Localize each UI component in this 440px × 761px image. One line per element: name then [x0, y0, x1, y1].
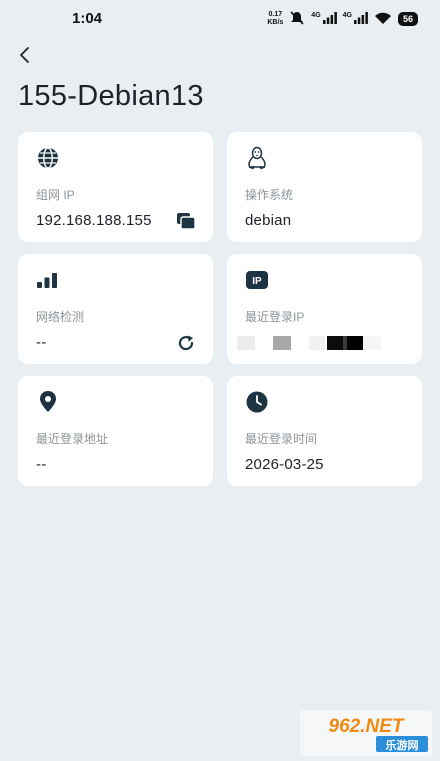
- wifi-icon: [374, 12, 392, 27]
- svg-text:乐游网: 乐游网: [386, 738, 419, 752]
- status-time: 1:04: [72, 10, 103, 27]
- watermark-logo: 962.NET 乐游网: [300, 710, 432, 756]
- card-last-login-time: 最近登录时间 2026-03-25: [227, 376, 422, 486]
- last-login-address-value: --: [36, 456, 47, 473]
- card-network-check: 网络检测 --: [18, 254, 213, 364]
- chevron-left-icon: [20, 47, 29, 63]
- page-title: 155-Debian13: [18, 80, 204, 112]
- linux-tux-icon: [245, 146, 269, 170]
- svg-text:962.NET: 962.NET: [329, 716, 405, 737]
- signal-icon-1: [322, 12, 337, 26]
- status-bar: 1:04 0.17 KB/s 4G 4G 56: [0, 0, 440, 38]
- card-label: 最近登录地址: [36, 432, 109, 446]
- signal-bars-icon: [36, 268, 60, 292]
- last-login-time-value: 2026-03-25: [245, 456, 324, 473]
- speed-unit: KB/s: [267, 19, 284, 26]
- copy-button[interactable]: [175, 210, 197, 232]
- back-button[interactable]: [12, 42, 38, 68]
- card-last-login-address: 最近登录地址 --: [18, 376, 213, 486]
- location-pin-icon: [36, 390, 60, 414]
- status-icons: 0.17 KB/s 4G 4G 56: [267, 10, 418, 28]
- network-check-value: --: [36, 334, 47, 351]
- clock-icon: [245, 390, 269, 414]
- card-label: 组网 IP: [36, 188, 75, 202]
- speed-value: 0.17: [268, 11, 283, 18]
- card-last-login-ip: IP 最近登录IP: [227, 254, 422, 364]
- os-value: debian: [245, 212, 292, 229]
- network-speed: 0.17 KB/s: [267, 11, 283, 27]
- card-label: 网络检测: [36, 310, 85, 324]
- copy-icon: [177, 213, 196, 230]
- mute-icon: [289, 11, 305, 27]
- signal-icon-2: [353, 12, 368, 26]
- card-label: 操作系统: [245, 188, 294, 202]
- battery-indicator: 56: [397, 12, 418, 26]
- refresh-button[interactable]: [175, 332, 197, 354]
- network-type-2: 4G: [342, 11, 352, 19]
- card-network-ip: 组网 IP 192.168.188.155: [18, 132, 213, 242]
- refresh-icon: [178, 335, 194, 351]
- globe-icon: [36, 146, 60, 170]
- info-grid: 组网 IP 192.168.188.155 操作系统 debian 网络检测 -…: [18, 132, 422, 486]
- ip-badge-text: IP: [252, 276, 262, 287]
- network-type-1: 4G: [311, 11, 321, 19]
- ip-badge-icon: IP: [245, 268, 269, 292]
- redacted-ip-value: [237, 336, 381, 350]
- card-label: 最近登录时间: [245, 432, 318, 446]
- card-os: 操作系统 debian: [227, 132, 422, 242]
- card-label: 最近登录IP: [245, 310, 305, 324]
- network-ip-value: 192.168.188.155: [36, 212, 152, 229]
